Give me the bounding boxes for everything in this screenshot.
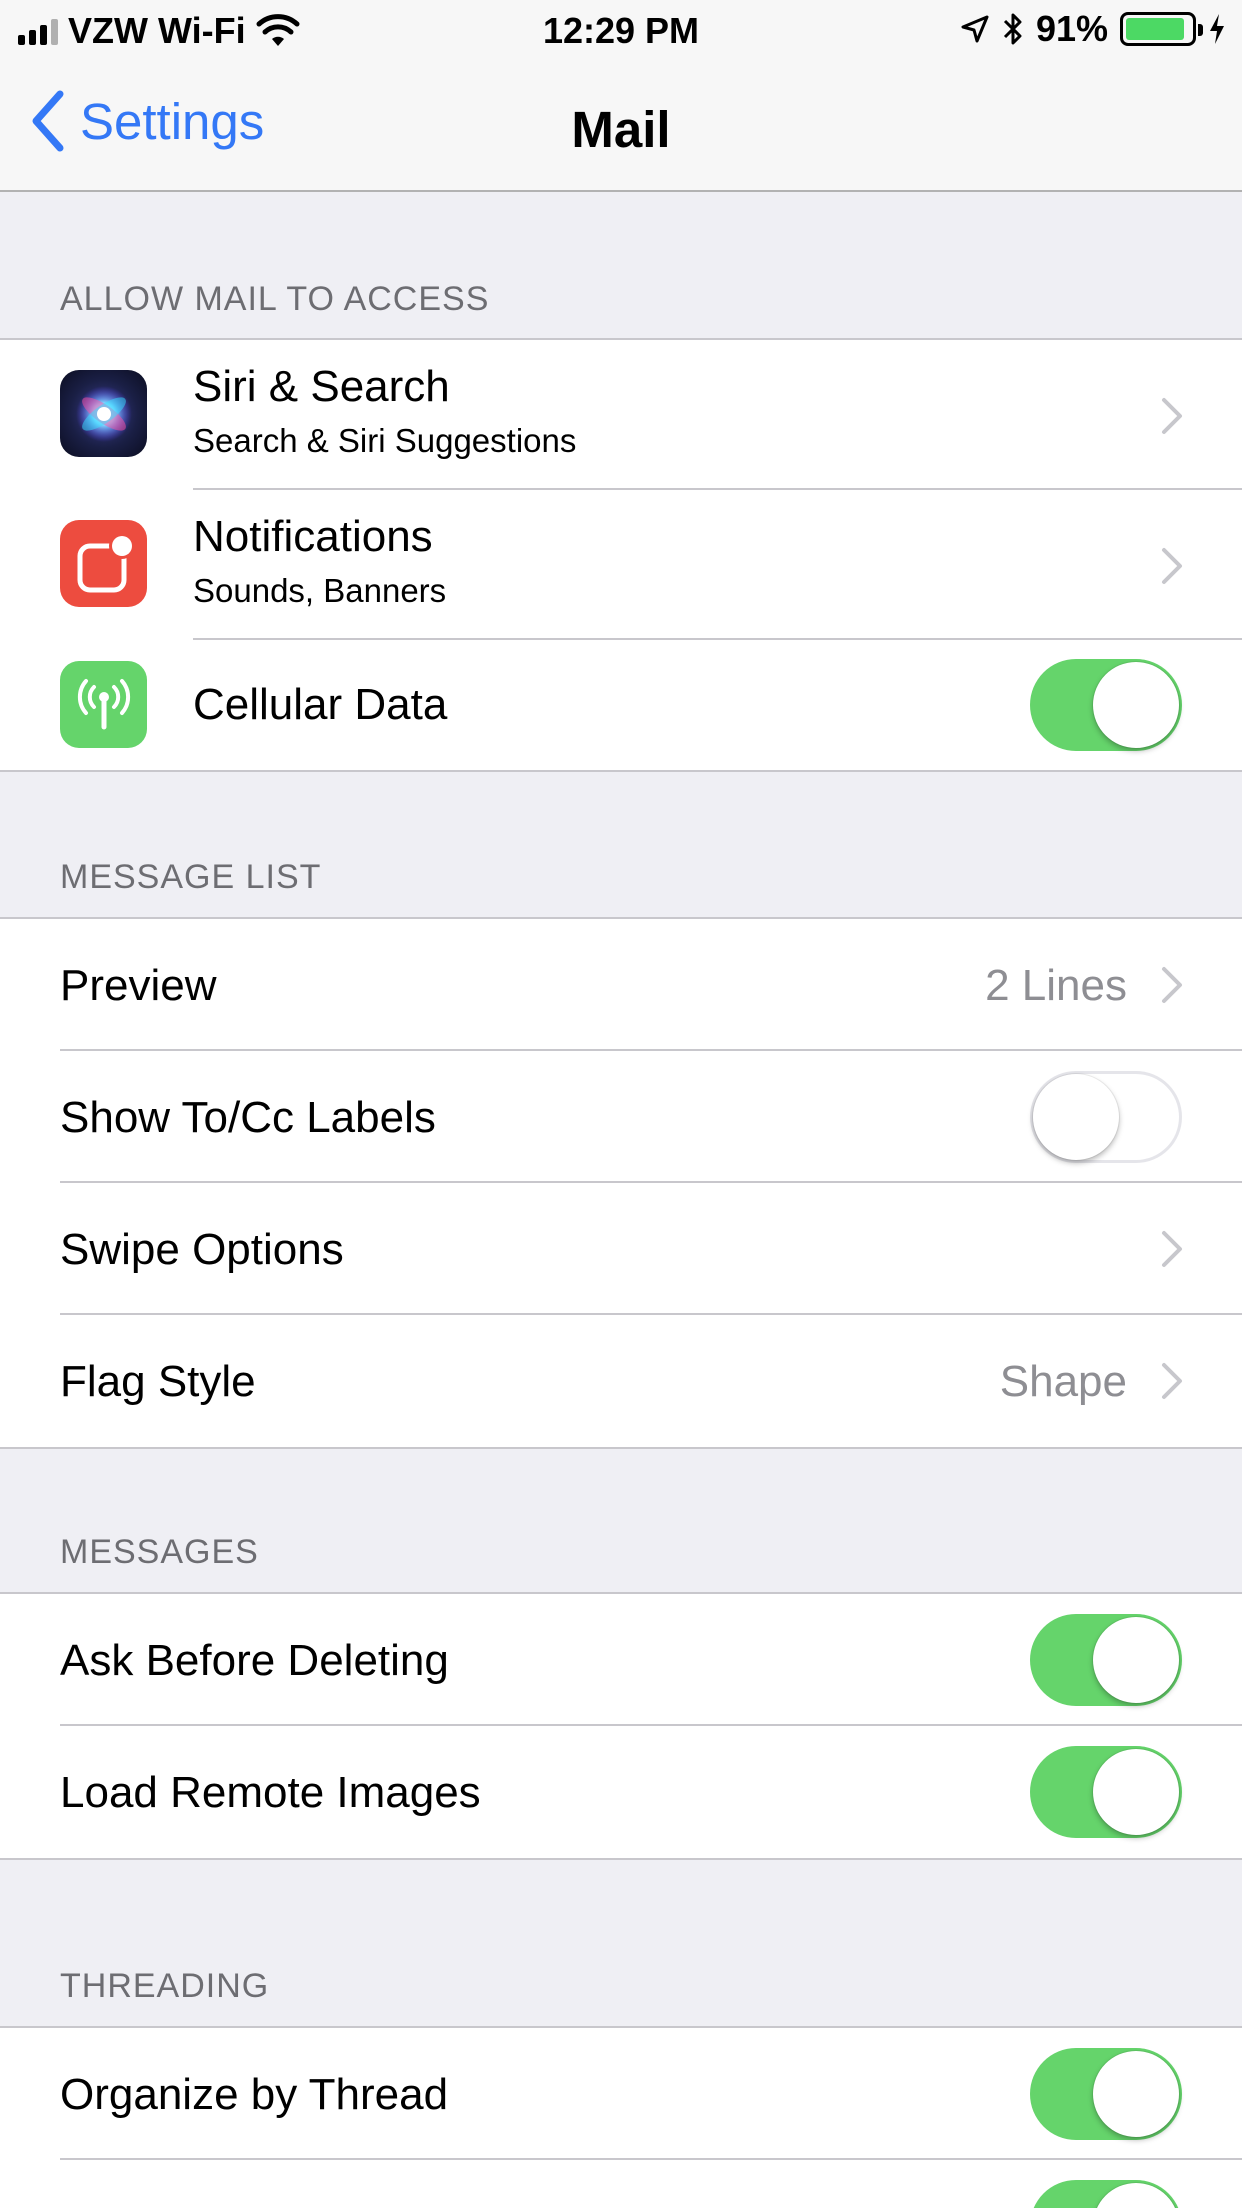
toggle-knob (1093, 1617, 1179, 1703)
preview-label: Preview (60, 961, 217, 1010)
chevron-right-icon (1162, 1363, 1182, 1399)
navigation-bar: Settings Mail (0, 60, 1242, 192)
page-title: Mail (571, 101, 671, 158)
notifications-icon (60, 520, 147, 607)
battery-icon (1120, 12, 1203, 46)
flag-style-label: Flag Style (60, 1357, 256, 1406)
messages-group: Ask Before Deleting Load Remote Images (0, 1592, 1242, 1860)
flag-style-value: Shape (999, 1357, 1127, 1406)
siri-search-row[interactable]: Siri & Search Search & Siri Suggestions (0, 340, 1242, 490)
chevron-right-icon (1162, 967, 1182, 1003)
toggle-knob (1093, 2051, 1179, 2137)
chevron-right-icon (1162, 548, 1182, 584)
battery-percent: 91% (1035, 8, 1108, 49)
swipe-options-row[interactable]: Swipe Options (0, 1183, 1242, 1315)
ask-before-deleting-toggle[interactable] (1030, 1614, 1182, 1706)
bluetooth-icon (1003, 13, 1022, 45)
section-header-access: ALLOW MAIL TO ACCESS (60, 280, 490, 318)
section-header-threading: THREADING (60, 1967, 270, 2005)
location-arrow-icon (961, 15, 989, 43)
load-remote-images-label: Load Remote Images (60, 1768, 481, 1817)
siri-search-label: Siri & Search (193, 362, 450, 411)
section-header-messages: MESSAGES (60, 1533, 259, 1571)
siri-search-sublabel: Search & Siri Suggestions (193, 422, 577, 459)
cellular-data-toggle[interactable] (1030, 659, 1182, 751)
cellular-data-label: Cellular Data (193, 680, 448, 729)
load-remote-images-toggle[interactable] (1030, 1746, 1182, 1838)
organize-by-thread-toggle[interactable] (1030, 2048, 1182, 2140)
chevron-right-icon (1162, 398, 1182, 434)
siri-icon (60, 370, 147, 457)
toggle-knob (1093, 662, 1179, 748)
chevron-right-icon (1162, 1231, 1182, 1267)
message-list-group: Preview 2 Lines Show To/Cc Labels Swipe … (0, 917, 1242, 1449)
ask-before-deleting-row: Ask Before Deleting (0, 1594, 1242, 1726)
next-threading-toggle[interactable] (1030, 2180, 1182, 2208)
antenna-icon (60, 661, 147, 748)
threading-group: Organize by Thread (0, 2026, 1242, 2208)
notifications-label: Notifications (193, 512, 433, 561)
charging-bolt-icon (1210, 14, 1224, 44)
organize-by-thread-row: Organize by Thread (0, 2028, 1242, 2160)
show-tocc-label: Show To/Cc Labels (60, 1093, 436, 1142)
status-right: 91% (960, 8, 1226, 50)
access-group: Siri & Search Search & Siri Suggestions … (0, 338, 1242, 772)
toggle-knob (1093, 2183, 1179, 2208)
notifications-row[interactable]: Notifications Sounds, Banners (0, 490, 1242, 640)
load-remote-images-row: Load Remote Images (0, 1726, 1242, 1858)
show-tocc-toggle[interactable] (1030, 1071, 1182, 1163)
notifications-sublabel: Sounds, Banners (193, 572, 447, 609)
status-bar: VZW Wi-Fi 12:29 PM 91% (0, 0, 1242, 60)
cellular-data-row: Cellular Data (0, 640, 1242, 770)
flag-style-row[interactable]: Flag Style Shape (0, 1315, 1242, 1447)
toggle-knob (1033, 1074, 1119, 1160)
preview-row[interactable]: Preview 2 Lines (0, 919, 1242, 1051)
battery-fill (1126, 18, 1185, 40)
ask-before-deleting-label: Ask Before Deleting (60, 1636, 449, 1685)
next-threading-row (0, 2160, 1242, 2208)
preview-value: 2 Lines (985, 961, 1127, 1010)
swipe-options-label: Swipe Options (60, 1225, 344, 1274)
organize-by-thread-label: Organize by Thread (60, 2070, 449, 2119)
show-tocc-row: Show To/Cc Labels (0, 1051, 1242, 1183)
section-header-message-list: MESSAGE LIST (60, 858, 322, 896)
toggle-knob (1093, 1749, 1179, 1835)
